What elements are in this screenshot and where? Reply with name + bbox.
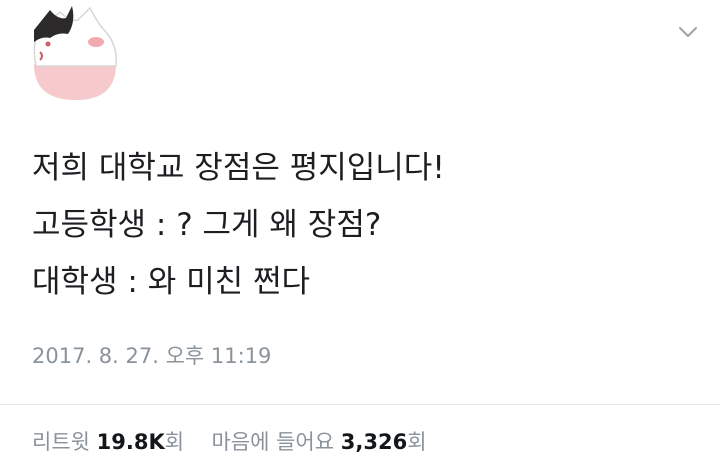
retweet-label: 리트윗 bbox=[32, 430, 90, 454]
retweet-count: 19.8K bbox=[96, 430, 165, 454]
avatar[interactable] bbox=[20, 2, 128, 106]
tweet-text: 저희 대학교 장점은 평지입니다! 고등학생 : ? 그게 왜 장점? 대학생 … bbox=[32, 140, 692, 311]
like-count: 3,326 bbox=[340, 430, 408, 454]
tweet-line-1: 저희 대학교 장점은 평지입니다! bbox=[32, 150, 445, 186]
like-label: 마음에 들어요 bbox=[211, 430, 335, 454]
tweet-stats: 리트윗 19.8K회 마음에 들어요 3,326회 bbox=[32, 426, 427, 456]
divider bbox=[0, 404, 720, 405]
tweet-line-3: 대학생 : 와 미친 쩐다 bbox=[32, 264, 311, 300]
retweet-unit: 회 bbox=[164, 430, 185, 454]
like-stat[interactable]: 마음에 들어요 3,326회 bbox=[211, 430, 426, 454]
tweet-line-2: 고등학생 : ? 그게 왜 장점? bbox=[32, 207, 382, 243]
cat-avatar-icon bbox=[33, 6, 118, 100]
retweet-stat[interactable]: 리트윗 19.8K회 bbox=[32, 430, 191, 454]
tweet-timestamp[interactable]: 2017. 8. 27. 오후 11:19 bbox=[32, 340, 271, 370]
like-unit: 회 bbox=[407, 430, 427, 454]
chevron-down-icon[interactable] bbox=[676, 22, 700, 42]
